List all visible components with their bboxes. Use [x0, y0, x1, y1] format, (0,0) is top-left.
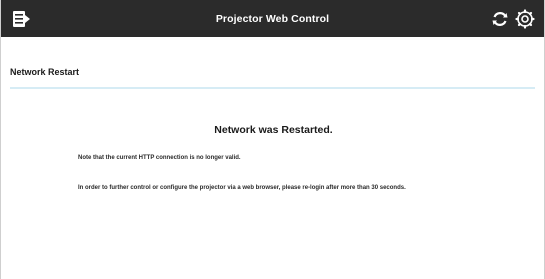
- settings-icon[interactable]: [515, 9, 535, 29]
- section-divider: [10, 87, 535, 89]
- app-title: Projector Web Control: [215, 12, 330, 25]
- refresh-icon[interactable]: [490, 9, 510, 29]
- connection-note: Note that the current HTTP connection is…: [78, 155, 241, 161]
- page: Projector Web Control Network Restart Ne…: [0, 0, 545, 279]
- relogin-note: In order to further control or configure…: [78, 185, 406, 191]
- status-heading: Network was Restarted.: [214, 124, 333, 136]
- top-bar: Projector Web Control: [1, 0, 544, 37]
- section-title: Network Restart: [10, 67, 80, 77]
- menu-icon[interactable]: [11, 9, 31, 29]
